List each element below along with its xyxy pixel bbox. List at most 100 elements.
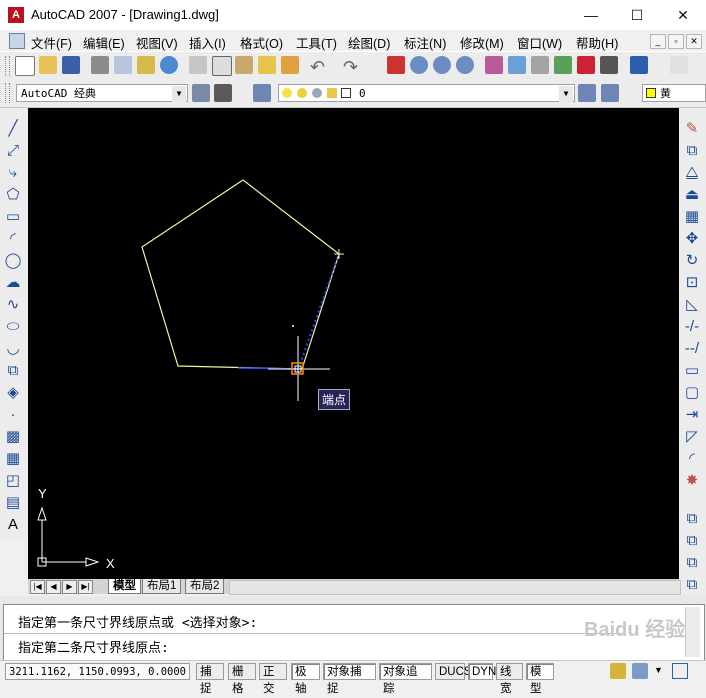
menu-view[interactable]: 视图(V) xyxy=(136,33,178,52)
plot-preview-icon[interactable] xyxy=(114,56,132,74)
block-editor-icon[interactable] xyxy=(281,56,299,74)
paste-icon[interactable] xyxy=(235,56,253,74)
line-icon[interactable]: ╱ xyxy=(4,120,22,138)
open-folder-icon[interactable] xyxy=(39,56,57,74)
doc-minimize-button[interactable]: _ xyxy=(650,34,666,49)
copy-icon[interactable] xyxy=(212,56,232,76)
properties-icon[interactable] xyxy=(485,56,503,74)
menu-draw[interactable]: 绘图(D) xyxy=(348,33,390,52)
status-toggle-0[interactable]: 捕捉 xyxy=(196,663,224,695)
polyline-icon[interactable]: ⤷ xyxy=(4,164,22,182)
pentagon-shape[interactable] xyxy=(141,179,340,370)
lock-icon[interactable] xyxy=(327,88,337,98)
offset-icon[interactable]: ⏏ xyxy=(683,186,701,204)
insert-block-icon[interactable]: ⧉ xyxy=(4,362,22,380)
mirror-icon[interactable]: ⧋ xyxy=(683,164,701,182)
rectangle-icon[interactable]: ▭ xyxy=(4,208,22,226)
autocad-app-icon[interactable]: A xyxy=(8,7,24,23)
drawing-area[interactable]: X Y 端点 xyxy=(28,108,679,581)
multiline-text-icon[interactable]: A xyxy=(4,516,22,534)
horizontal-scrollbar[interactable] xyxy=(229,580,681,595)
design-center-icon[interactable] xyxy=(508,56,526,74)
toolbar-grip[interactable] xyxy=(5,56,10,76)
scale-icon[interactable]: ⊡ xyxy=(683,274,701,292)
ellipse-arc-icon[interactable]: ◡ xyxy=(4,340,22,358)
join-icon[interactable]: ⇥ xyxy=(683,406,701,424)
workspace-save-icon[interactable] xyxy=(214,84,232,102)
workspace-settings-icon[interactable] xyxy=(192,84,210,102)
copy-object-icon[interactable]: ⧉ xyxy=(683,142,701,160)
menu-tools[interactable]: 工具(T) xyxy=(296,33,337,52)
extend-icon[interactable]: --/ xyxy=(683,340,701,358)
calculator-icon[interactable] xyxy=(600,56,618,74)
array-icon[interactable]: ▦ xyxy=(683,208,701,226)
cut-icon[interactable] xyxy=(189,56,207,74)
save-icon[interactable] xyxy=(62,56,80,74)
spline-icon[interactable]: ∿ xyxy=(4,296,22,314)
next-tab-button[interactable]: ▶ xyxy=(62,580,77,594)
trim-icon[interactable]: -/- xyxy=(683,318,701,336)
status-toggle-2[interactable]: 正交 xyxy=(259,663,287,695)
menu-help[interactable]: 帮助(H) xyxy=(576,33,618,52)
tool-palettes-icon[interactable] xyxy=(531,56,549,74)
command-prompt-line[interactable]: 指定第二条尺寸界线原点: xyxy=(18,637,169,656)
maximize-button[interactable]: ☐ xyxy=(614,0,660,30)
rotate-icon[interactable]: ↻ xyxy=(683,252,701,270)
layer-previous-icon[interactable] xyxy=(601,84,619,102)
layer-select[interactable]: 0 ▼ xyxy=(278,84,575,102)
menu-format[interactable]: 格式(O) xyxy=(240,33,283,52)
move-icon[interactable]: ✥ xyxy=(683,230,701,248)
table-icon[interactable]: ▤ xyxy=(4,494,22,512)
document-icon[interactable] xyxy=(9,33,25,49)
chevron-down-icon[interactable]: ▼ xyxy=(559,86,573,102)
tab-model[interactable]: 模型 xyxy=(108,579,141,594)
sun-icon[interactable] xyxy=(297,88,307,98)
chamfer-icon[interactable]: ◸ xyxy=(683,428,701,446)
last-tab-button[interactable]: ▶| xyxy=(78,580,93,594)
status-toggle-6[interactable]: DUCS xyxy=(435,663,472,680)
clean-screen-icon[interactable] xyxy=(672,663,688,679)
status-toggle-5[interactable]: 对象追踪 xyxy=(379,663,432,695)
zoom-window-icon[interactable] xyxy=(433,56,451,74)
region-icon[interactable]: ◰ xyxy=(4,472,22,490)
status-toggle-4[interactable]: 对象捕捉 xyxy=(323,663,376,695)
first-tab-button[interactable]: |◀ xyxy=(30,580,45,594)
color-select[interactable]: 黄 xyxy=(642,84,706,102)
prev-tab-button[interactable]: ◀ xyxy=(46,580,61,594)
hatch-icon[interactable]: ▩ xyxy=(4,428,22,446)
draworder-front-icon[interactable]: ⧉ xyxy=(683,510,701,528)
redo-icon[interactable]: ↷ xyxy=(343,57,358,78)
menu-dimension[interactable]: 标注(N) xyxy=(404,33,446,52)
publish-icon[interactable] xyxy=(137,56,155,74)
status-toggle-3[interactable]: 极轴 xyxy=(291,663,320,695)
pan-realtime-icon[interactable] xyxy=(387,56,405,74)
stretch-icon[interactable]: ◺ xyxy=(683,296,701,314)
arc-icon[interactable]: ◜ xyxy=(4,230,22,248)
sheet-set-icon[interactable] xyxy=(554,56,572,74)
menu-modify[interactable]: 修改(M) xyxy=(460,33,504,52)
menu-edit[interactable]: 编辑(E) xyxy=(83,33,125,52)
break-at-point-icon[interactable]: ▭ xyxy=(683,362,701,380)
polygon-icon[interactable]: ⬠ xyxy=(4,186,22,204)
draworder-above-icon[interactable]: ⧉ xyxy=(683,554,701,572)
ellipse-icon[interactable]: ⬭ xyxy=(4,318,22,336)
match-properties-icon[interactable] xyxy=(258,56,276,74)
communication-center-icon[interactable] xyxy=(632,663,648,679)
chevron-down-icon[interactable]: ▼ xyxy=(172,86,186,102)
circle-icon[interactable]: ◯ xyxy=(4,252,22,270)
make-current-layer-icon[interactable] xyxy=(578,84,596,102)
command-window[interactable]: 指定第一条尺寸界线原点或 <选择对象>: 指定第二条尺寸界线原点: Baidu … xyxy=(3,604,705,661)
light-bulb-icon[interactable] xyxy=(282,88,292,98)
help-icon[interactable] xyxy=(630,56,648,74)
command-scrollbar[interactable] xyxy=(685,607,700,657)
menu-insert[interactable]: 插入(I) xyxy=(189,33,226,52)
menu-window[interactable]: 窗口(W) xyxy=(517,33,562,52)
status-menu-arrow-icon[interactable]: ▼ xyxy=(654,665,663,675)
zoom-realtime-icon[interactable] xyxy=(410,56,428,74)
draworder-under-icon[interactable]: ⧉ xyxy=(683,576,701,594)
status-toggle-9[interactable]: 模型 xyxy=(526,663,554,695)
construction-line-icon[interactable]: ⤢ xyxy=(4,142,22,160)
lock-toolbar-icon[interactable] xyxy=(610,663,626,679)
explode-icon[interactable]: ✸ xyxy=(683,472,701,490)
draworder-back-icon[interactable]: ⧉ xyxy=(683,532,701,550)
